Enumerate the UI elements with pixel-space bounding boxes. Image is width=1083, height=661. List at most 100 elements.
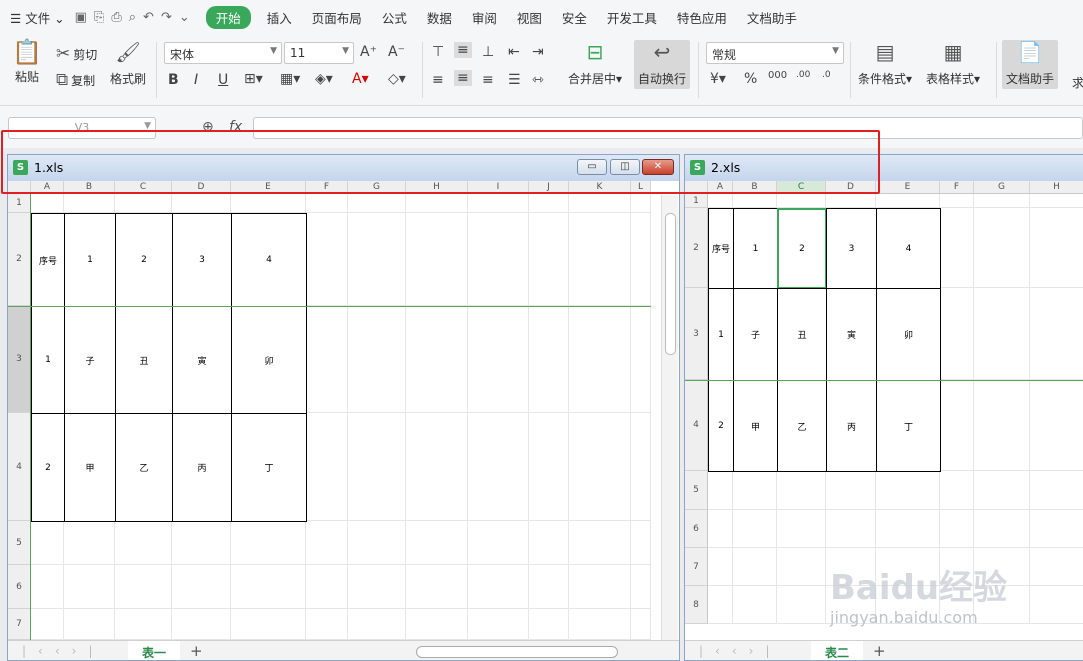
column-header[interactable]: I [468,181,529,194]
row-header[interactable]: 5 [8,521,31,565]
paste-button[interactable]: 📋 粘贴 [12,40,42,85]
column-header[interactable]: G [974,181,1030,194]
row-header[interactable]: 1 [685,194,708,208]
copy-button[interactable]: ⧉ 复制 [56,70,95,90]
vertical-scrollbar[interactable] [661,195,678,640]
border-icon[interactable]: ⊞▾ [244,71,263,87]
table-cell[interactable]: 3 [826,208,877,289]
table-cell[interactable]: 丑 [115,306,173,414]
tab-view[interactable]: 视图 [507,8,552,27]
row-header[interactable]: 2 [8,213,31,306]
name-box[interactable]: V3 ▼ [8,117,156,139]
column-header[interactable]: L [631,181,651,194]
column-header[interactable]: C [777,181,826,194]
column-header[interactable]: F [940,181,974,194]
merge-center-button[interactable]: ⊟ 合并居中▾ [568,42,622,87]
save-icon[interactable]: ▣ [75,10,87,25]
window-titlebar[interactable]: S 1.xls ▭ ◫ ✕ [8,155,679,181]
maximize-button[interactable]: ◫ [610,159,640,175]
column-header[interactable]: E [876,181,940,194]
column-header[interactable]: C [115,181,172,194]
table-cell[interactable]: 4 [876,208,941,289]
table-cell[interactable]: 寅 [826,288,877,381]
italic-icon[interactable]: I [194,72,198,88]
row-header[interactable]: 6 [8,565,31,609]
add-sheet-icon[interactable]: + [873,642,886,660]
table-cell[interactable]: 2 [31,413,65,522]
tab-page-layout[interactable]: 页面布局 [302,8,372,27]
table-cell[interactable]: 子 [733,288,778,381]
format-painter-button[interactable]: 🖌 格式刷 [110,42,146,87]
tab-formulas[interactable]: 公式 [372,8,417,27]
column-header[interactable]: D [826,181,876,194]
clear-icon[interactable]: ◇▾ [388,71,406,87]
increase-decimal-icon[interactable]: .00 [796,70,810,80]
column-header[interactable]: H [406,181,468,194]
align-top-icon[interactable]: ⊤ [432,44,444,60]
tab-data[interactable]: 数据 [417,8,462,27]
table-cell[interactable]: 2 [115,213,173,307]
column-header[interactable]: D [172,181,231,194]
column-header[interactable]: E [231,181,306,194]
row-header[interactable]: 4 [8,413,31,521]
table-cell[interactable]: 丙 [826,380,877,472]
column-header[interactable]: A [708,181,733,194]
number-format-select[interactable]: 常规 ▼ [706,42,844,64]
table-cell[interactable]: 1 [31,306,65,414]
table-cell[interactable]: 丑 [777,288,827,381]
underline-icon[interactable]: U [218,72,228,88]
row-header[interactable]: 5 [685,471,708,510]
zoom-icon[interactable]: ⊕ [202,119,214,135]
print-icon[interactable]: ⎙ [111,10,121,25]
table-style-button[interactable]: ▦ 表格样式▾ [926,42,980,87]
decrease-decimal-icon[interactable]: .0 [822,70,831,80]
fill-color-icon[interactable]: ◈▾ [315,71,333,87]
currency-icon[interactable]: ¥▾ [710,71,726,87]
row-header[interactable]: 2 [685,208,708,288]
wrap-text-button[interactable]: ↩ 自动换行 [634,40,691,89]
conditional-format-button[interactable]: ▤ 条件格式▾ [858,42,912,87]
table-cell[interactable]: 乙 [777,380,827,472]
table-cell[interactable]: 卯 [876,288,941,381]
table-cell[interactable]: 子 [64,306,116,414]
close-button[interactable]: ✕ [642,159,674,175]
table-cell[interactable]: 4 [231,213,307,307]
decrease-font-icon[interactable]: A⁻ [388,44,405,60]
table-cell[interactable]: 甲 [64,413,116,522]
column-header[interactable]: A [31,181,64,194]
scrollbar-thumb[interactable] [665,213,676,355]
redo-icon[interactable]: ↷ [161,10,172,25]
table-cell[interactable]: 1 [708,288,734,381]
add-sheet-icon[interactable]: + [190,642,203,660]
column-header[interactable]: J [529,181,569,194]
bold-icon[interactable]: B [168,72,179,88]
sheet-tab-2[interactable]: 表二 [811,641,864,660]
tab-special[interactable]: 特色应用 [667,8,737,27]
column-header[interactable]: F [306,181,348,194]
tab-security[interactable]: 安全 [552,8,597,27]
tab-doc-assistant[interactable]: 文档助手 [737,8,807,27]
increase-font-icon[interactable]: A⁺ [360,44,377,60]
customize-icon[interactable]: ⌄ [179,10,190,25]
row-header[interactable]: 3 [8,306,31,413]
sheet-nav-arrows-icon[interactable]: |‹‹›| [22,644,104,658]
indent-decrease-icon[interactable]: ⇤ [508,44,520,60]
table-cell[interactable]: 2 [708,380,734,472]
window-titlebar[interactable]: S 2.xls [685,155,1083,181]
percent-icon[interactable]: % [744,71,757,87]
select-all-corner[interactable] [685,181,708,194]
fill-pattern-icon[interactable]: ▦▾ [280,71,300,87]
tab-insert[interactable]: 插入 [257,8,302,27]
table-cell[interactable]: 2 [777,208,827,289]
doc-assistant-button[interactable]: 📄 文档助手 [1002,40,1059,89]
align-bottom-icon[interactable]: ⊥ [482,44,494,60]
table-cell[interactable]: 卯 [231,306,307,414]
tab-developer[interactable]: 开发工具 [597,8,667,27]
table-cell[interactable]: 1 [733,208,778,289]
thousands-icon[interactable]: 000 [768,70,787,81]
tab-home[interactable]: 开始 [205,5,251,29]
row-header[interactable]: 7 [8,609,31,640]
row-header[interactable]: 7 [685,548,708,586]
table-cell[interactable]: 序号 [708,208,734,289]
table-cell[interactable]: 寅 [172,306,232,414]
